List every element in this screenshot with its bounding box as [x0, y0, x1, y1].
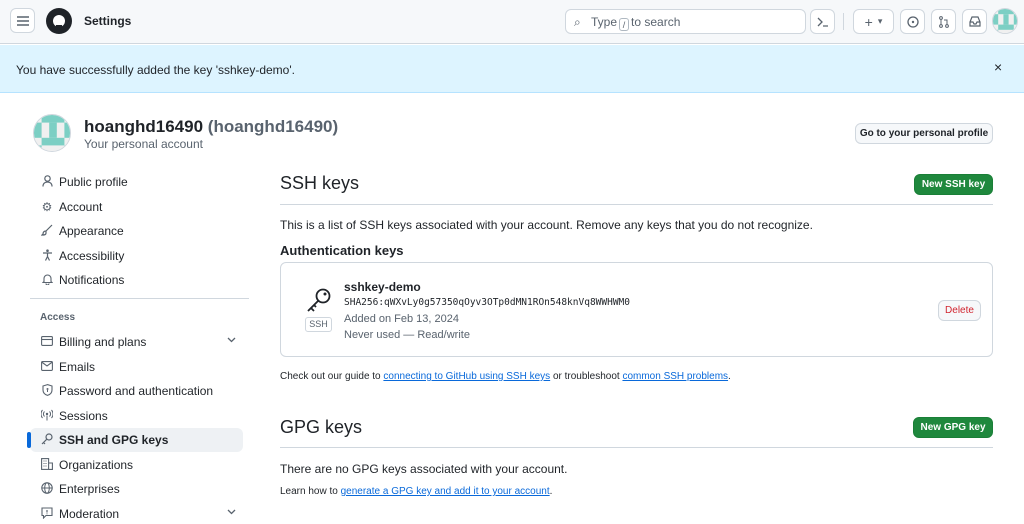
sidebar-item-label: Sessions: [59, 409, 108, 423]
sidebar-item-appearance[interactable]: Appearance: [30, 219, 243, 243]
sidebar-item-organizations[interactable]: Organizations: [30, 453, 243, 477]
global-header: Settings ⌕ Type / to search + ▾: [0, 0, 1024, 44]
close-icon[interactable]: ×: [994, 59, 1002, 75]
gpg-learn-text: Learn how to generate a GPG key and add …: [280, 486, 553, 497]
sidebar-item-emails[interactable]: Emails: [30, 355, 243, 379]
paintbrush-icon: [39, 224, 55, 239]
new-ssh-key-button[interactable]: New SSH key: [914, 174, 993, 195]
hamburger-icon: [16, 15, 29, 26]
new-gpg-key-button[interactable]: New GPG key: [913, 417, 993, 438]
sidebar-item-sessions[interactable]: Sessions: [30, 404, 243, 428]
command-palette-button[interactable]: [810, 9, 835, 34]
sidebar-item-label: Organizations: [59, 458, 134, 472]
terminal-icon: [817, 17, 828, 27]
sidebar-item-moderation[interactable]: Moderation: [30, 502, 243, 524]
sidebar-item-label: Billing and plans: [59, 335, 147, 349]
account-type-label: Your personal account: [84, 137, 203, 151]
chevron-down-icon: ▾: [877, 16, 883, 26]
key-fingerprint: SHA256:qWXvLy0g57350qOyv3OTp0dMN1ROn548k…: [344, 297, 630, 308]
key-icon: [39, 432, 55, 448]
header-divider: [843, 13, 844, 30]
pull-requests-button[interactable]: [931, 9, 956, 34]
inbox-button[interactable]: [962, 9, 987, 34]
sidebar-item-enterprises[interactable]: Enterprises: [30, 477, 243, 501]
broadcast-icon: [39, 409, 55, 424]
go-to-profile-button[interactable]: Go to your personal profile: [855, 123, 993, 144]
ssh-guide-link[interactable]: connecting to GitHub using SSH keys: [383, 371, 550, 382]
sidebar-item-label: SSH and GPG keys: [59, 433, 169, 447]
git-pull-request-icon: [938, 15, 949, 28]
sidebar-item-notifications[interactable]: Notifications: [30, 268, 243, 292]
sidebar-item-label: Password and authentication: [59, 384, 214, 398]
key-icon: [307, 288, 331, 312]
ssh-key-item: SSH sshkey-demo SHA256:qWXvLy0g57350qOyv…: [280, 262, 993, 357]
user-avatar-menu[interactable]: [992, 8, 1018, 34]
section-divider: [280, 447, 993, 448]
sidebar-item-ssh-gpg-keys[interactable]: SSH and GPG keys: [27, 428, 243, 452]
key-type-badge: SSH: [305, 317, 332, 332]
create-new-button[interactable]: + ▾: [853, 9, 894, 34]
authentication-keys-heading: Authentication keys: [280, 243, 404, 258]
sidebar-item-public-profile[interactable]: Public profile: [30, 170, 243, 194]
sidebar-item-label: Notifications: [59, 273, 125, 287]
flash-message: You have successfully added the key 'ssh…: [16, 63, 295, 77]
key-added-date: Added on Feb 13, 2024: [344, 313, 459, 325]
sidebar-item-account[interactable]: ⚙ Account: [30, 195, 243, 219]
ssh-troubleshoot-link[interactable]: common SSH problems: [622, 371, 728, 382]
ssh-guide-text: Check out our guide to connecting to Git…: [280, 371, 731, 382]
slash-key-hint: /: [619, 18, 630, 31]
sidebar-item-label: Account: [59, 200, 103, 214]
search-icon: ⌕: [574, 15, 581, 29]
menu-button[interactable]: [10, 8, 35, 33]
issue-opened-icon: [906, 15, 919, 28]
gpg-keys-heading: GPG keys: [280, 417, 363, 437]
gpg-generate-link[interactable]: generate a GPG key and add it to your ac…: [341, 486, 550, 497]
sidebar-item-label: Enterprises: [59, 482, 120, 496]
search-input[interactable]: ⌕ Type / to search: [565, 9, 806, 34]
chevron-down-icon: [227, 507, 236, 518]
mail-icon: [39, 360, 55, 374]
section-divider: [280, 204, 993, 205]
sidebar-item-accessibility[interactable]: Accessibility: [30, 244, 243, 268]
organization-icon: [39, 457, 55, 473]
avatar[interactable]: [33, 114, 71, 152]
account-name-heading: hoanghd16490 (hoanghd16490): [84, 117, 338, 137]
sidebar-section-heading: Access: [40, 312, 76, 323]
sidebar-item-label: Appearance: [59, 224, 124, 238]
report-icon: [39, 506, 55, 522]
sidebar-item-label: Accessibility: [59, 249, 125, 263]
accessibility-icon: [39, 248, 55, 264]
sidebar-item-label: Public profile: [59, 175, 128, 189]
identicon-avatar: [34, 115, 70, 151]
sidebar-item-billing[interactable]: Billing and plans: [30, 330, 243, 354]
page-context-label[interactable]: Settings: [84, 14, 131, 28]
sidebar-item-label: Emails: [59, 360, 96, 374]
key-title: sshkey-demo: [344, 280, 421, 294]
success-flash-banner: You have successfully added the key 'ssh…: [0, 45, 1024, 93]
gpg-empty-message: There are no GPG keys associated with yo…: [280, 462, 568, 476]
bell-icon: [39, 273, 55, 288]
inbox-icon: [968, 16, 981, 27]
shield-lock-icon: [39, 383, 55, 399]
delete-key-button[interactable]: Delete: [938, 300, 981, 321]
ssh-description: This is a list of SSH keys associated wi…: [280, 218, 813, 232]
sidebar-item-password-auth[interactable]: Password and authentication: [30, 379, 243, 403]
credit-card-icon: [39, 335, 55, 349]
globe-icon: [39, 481, 55, 497]
ssh-keys-heading: SSH keys: [280, 173, 360, 193]
plus-icon: +: [864, 13, 873, 30]
gear-icon: ⚙: [41, 200, 53, 214]
github-logo-icon[interactable]: [46, 8, 72, 34]
sidebar-item-label: Moderation: [59, 507, 120, 521]
display-name: hoanghd16490: [84, 117, 204, 136]
username-handle: (hoanghd16490): [207, 117, 339, 136]
sidebar-divider: [30, 298, 249, 299]
chevron-down-icon: [227, 335, 236, 346]
person-icon: [39, 174, 55, 190]
issues-button[interactable]: [900, 9, 925, 34]
identicon-avatar: [993, 9, 1017, 33]
key-usage-status: Never used — Read/write: [344, 329, 470, 341]
